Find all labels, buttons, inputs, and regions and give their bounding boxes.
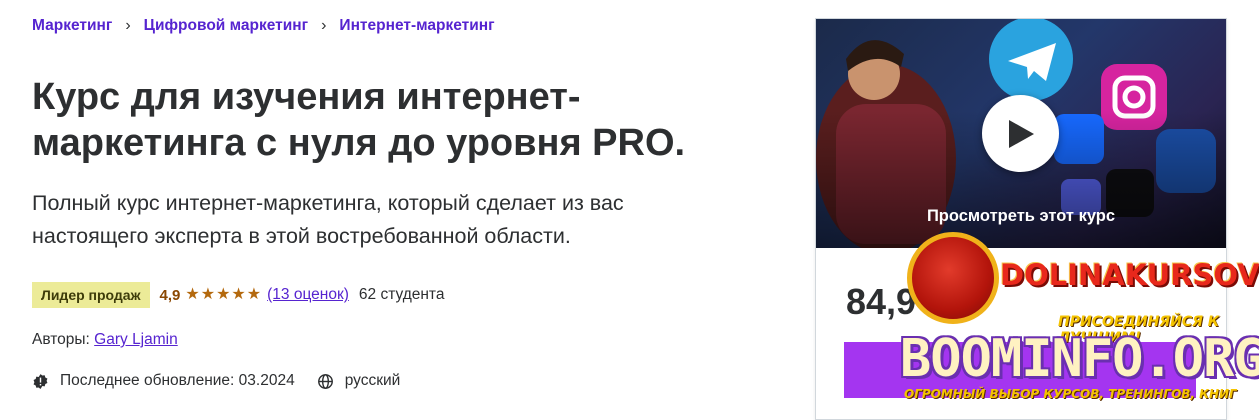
star-rating: ★ ★ ★ ★ ★: [185, 287, 261, 303]
breadcrumb-item-internet-marketing[interactable]: Интернет-маркетинг: [339, 17, 494, 35]
breadcrumb-item-digital-marketing[interactable]: Цифровой маркетинг: [144, 17, 308, 35]
students-count: 62 студента: [358, 286, 445, 303]
purchase-card: Просмотреть этот курс 84,9: [815, 18, 1227, 420]
course-subtitle: Полный курс интернет-маркетинга, который…: [32, 191, 624, 248]
course-preview[interactable]: Просмотреть этот курс: [816, 19, 1226, 248]
breadcrumb-item-marketing[interactable]: Маркетинг: [32, 17, 112, 35]
course-title: Курс для изучения интернет-маркетинга с …: [32, 76, 686, 164]
star-icon: ★: [246, 286, 262, 303]
star-icon: ★: [200, 286, 216, 303]
breadcrumb: Маркетинг › Цифровой маркетинг › Интерне…: [32, 17, 495, 35]
rating-value: 4,9: [159, 286, 181, 304]
play-icon[interactable]: [982, 95, 1059, 172]
course-price: 84,9: [846, 281, 917, 322]
authors-label: Авторы:: [32, 331, 90, 348]
language-label: русский: [344, 372, 401, 389]
authors-line: Авторы: Gary Ljamin: [32, 331, 178, 349]
star-icon: ★: [185, 286, 200, 303]
author-link[interactable]: Gary Ljamin: [94, 331, 178, 348]
alert-badge-icon: [32, 373, 49, 390]
star-icon: ★: [216, 286, 231, 303]
language-info: русский: [317, 372, 401, 390]
course-meta: Последнее обновление: 03.2024 русский: [32, 372, 400, 390]
chevron-right-icon: ›: [321, 17, 327, 34]
star-icon: ★: [231, 286, 246, 303]
chevron-right-icon: ›: [125, 17, 131, 34]
bestseller-badge: Лидер продаж: [32, 282, 150, 308]
globe-icon: [317, 373, 334, 390]
ratings-count-link[interactable]: (13 оценок): [267, 286, 349, 304]
rating-row: Лидер продаж 4,9 ★ ★ ★ ★ ★ (13 оценок) 6…: [32, 281, 444, 309]
add-to-cart-button[interactable]: [844, 342, 1196, 398]
preview-label: Просмотреть этот курс: [926, 207, 1116, 225]
last-updated: Последнее обновление: 03.2024: [60, 372, 295, 389]
